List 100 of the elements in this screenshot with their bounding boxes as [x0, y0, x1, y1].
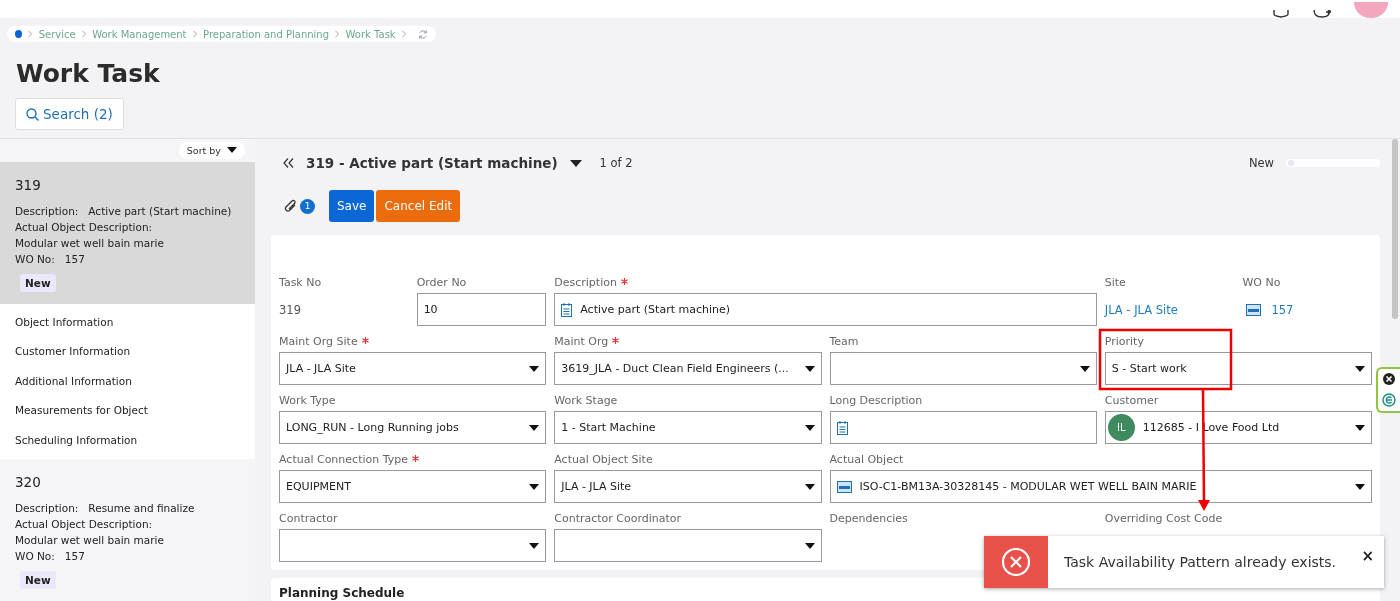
record-number: 319 — [15, 176, 42, 193]
dropdown-field[interactable]: S - Start work — [1104, 352, 1372, 385]
section-link[interactable]: Customer Information — [15, 337, 240, 367]
chevron-right-icon — [335, 30, 340, 38]
field-label: Order No — [416, 276, 468, 289]
dropdown-caret-icon — [227, 147, 237, 154]
dropdown-field[interactable] — [829, 352, 1097, 385]
home-dot-icon[interactable] — [15, 30, 23, 38]
field-label: WO No — [1242, 276, 1282, 289]
note-icon — [561, 302, 573, 317]
section-link[interactable]: Scheduling Information — [15, 425, 240, 455]
site-link[interactable]: JLA - JLA Site — [1104, 293, 1235, 326]
field-label: Description — [554, 276, 1097, 289]
customer-avatar: IL — [1107, 414, 1135, 441]
dropdown-caret-icon — [529, 483, 540, 490]
chevron-right-icon — [81, 30, 87, 38]
field-label: Long Description — [829, 394, 924, 407]
record-wo-number: WO No: 157 — [15, 549, 86, 564]
dropdown-field[interactable]: 3619_JLA - Duct Clean Field Engineers (... — [554, 352, 822, 385]
input-field[interactable]: 10 — [416, 293, 547, 326]
record-object-label: Actual Object Description: — [15, 219, 154, 235]
field-label: Priority — [1104, 335, 1145, 348]
dropdown-caret-icon — [529, 365, 540, 372]
scrollbar-thumb[interactable] — [1392, 139, 1398, 319]
record-object-description: Modular wet well bain marie — [15, 533, 165, 548]
required-asterisk-icon — [612, 337, 620, 344]
record-card[interactable]: 319 Description: Active part (Start machine) Actual Object Description: Modular wet well bain marie WO No: 157 New — [0, 161, 255, 304]
side-widget[interactable] — [1376, 367, 1400, 413]
dropdown-caret-icon — [804, 483, 815, 490]
dropdown-caret-icon — [1355, 483, 1365, 490]
bell-icon[interactable] — [1272, 10, 1290, 18]
required-asterisk-icon — [361, 337, 369, 344]
text-field[interactable]: Active part (Start machine) — [554, 293, 1097, 326]
dropdown-field[interactable]: 1 - Start Machine — [554, 411, 822, 444]
dropdown-field[interactable]: EQUIPMENT — [279, 470, 547, 503]
attachment-count: 1 — [300, 198, 315, 214]
dropdown-field[interactable]: LONG_RUN - Long Running jobs — [279, 411, 547, 444]
paperclip-icon[interactable] — [284, 198, 298, 214]
field-label: Site — [1104, 276, 1127, 289]
text-field[interactable] — [829, 411, 1097, 444]
field-label: Maint Org — [554, 335, 822, 348]
dropdown-caret-icon — [529, 542, 540, 549]
dropdown-caret-icon — [1355, 365, 1365, 372]
dropdown-field[interactable]: ISO-C1-BM13A-30328145 - MODULAR WET WELL BAIN MARIE — [829, 470, 1372, 503]
status-label: New — [1248, 156, 1274, 170]
monitor-icon — [1246, 303, 1262, 316]
double-chevron-left-icon[interactable] — [283, 158, 294, 168]
action-button[interactable]: Save — [329, 190, 375, 222]
field-label: Maint Org Site — [279, 335, 547, 348]
record-wo-number: WO No: 157 — [15, 251, 86, 267]
dropdown-caret-icon — [529, 424, 540, 431]
record-number: 320 — [15, 474, 42, 490]
status-badge: New — [20, 273, 56, 292]
status-badge: New — [20, 571, 56, 589]
section-title: Planning Schedule — [279, 586, 406, 600]
close-icon[interactable] — [1383, 373, 1395, 385]
dropdown-caret-icon — [804, 424, 815, 431]
section-link[interactable]: Object Information — [15, 307, 240, 337]
field-label: Dependencies — [829, 512, 909, 525]
page-title: Work Task — [16, 58, 161, 90]
record-description: Description: Resume and finalize — [15, 501, 196, 516]
chevron-right-icon — [28, 30, 33, 38]
record-title: 319 - Active part (Start machine) — [306, 155, 558, 171]
dropdown-caret-icon[interactable] — [569, 159, 582, 167]
dropdown-caret-icon — [1079, 365, 1090, 372]
sort-button[interactable]: Sort by — [178, 141, 245, 159]
record-object-description: Modular wet well bain marie — [15, 235, 165, 251]
dropdown-field[interactable]: JLA - JLA Site — [554, 470, 822, 503]
section-link[interactable]: Additional Information — [15, 366, 240, 396]
required-asterisk-icon — [411, 455, 419, 462]
globe-icon[interactable] — [1382, 393, 1396, 407]
field-label: Actual Object Site — [554, 453, 654, 466]
field-label: Overriding Cost Code — [1104, 512, 1224, 525]
field-label: Contractor Coordinator — [554, 512, 683, 525]
search-button[interactable]: Search (2) — [15, 98, 124, 130]
section-link[interactable]: Measurements for Object — [15, 396, 240, 426]
dropdown-field[interactable] — [279, 529, 547, 562]
field-label: Actual Connection Type — [279, 453, 547, 466]
dropdown-field[interactable] — [554, 529, 822, 562]
dropdown-caret-icon — [804, 542, 815, 549]
add-icon[interactable] — [1312, 10, 1332, 18]
field-value: 319 — [279, 301, 302, 319]
chevron-right-icon — [401, 30, 407, 38]
dropdown-caret-icon — [1355, 424, 1365, 431]
field-label: Task No — [279, 276, 323, 289]
toast-message: Task Availability Pattern already exists. — [1063, 554, 1338, 570]
work-order-link[interactable]: 157 — [1271, 293, 1294, 326]
dropdown-caret-icon — [804, 365, 815, 372]
required-asterisk-icon — [620, 278, 628, 285]
search-icon — [26, 107, 39, 121]
dropdown-field[interactable]: JLA - JLA Site — [279, 352, 547, 385]
error-icon — [1001, 547, 1031, 577]
record-description: Description: Active part (Start machine) — [15, 203, 233, 219]
record-position: 1 of 2 — [599, 156, 633, 170]
note-icon — [836, 420, 848, 435]
record-object-label: Actual Object Description: — [15, 517, 154, 532]
monitor-icon — [836, 480, 852, 493]
close-button[interactable]: × — [1351, 547, 1384, 577]
field-label: Team — [829, 335, 860, 348]
field-label: Actual Object — [829, 453, 905, 466]
